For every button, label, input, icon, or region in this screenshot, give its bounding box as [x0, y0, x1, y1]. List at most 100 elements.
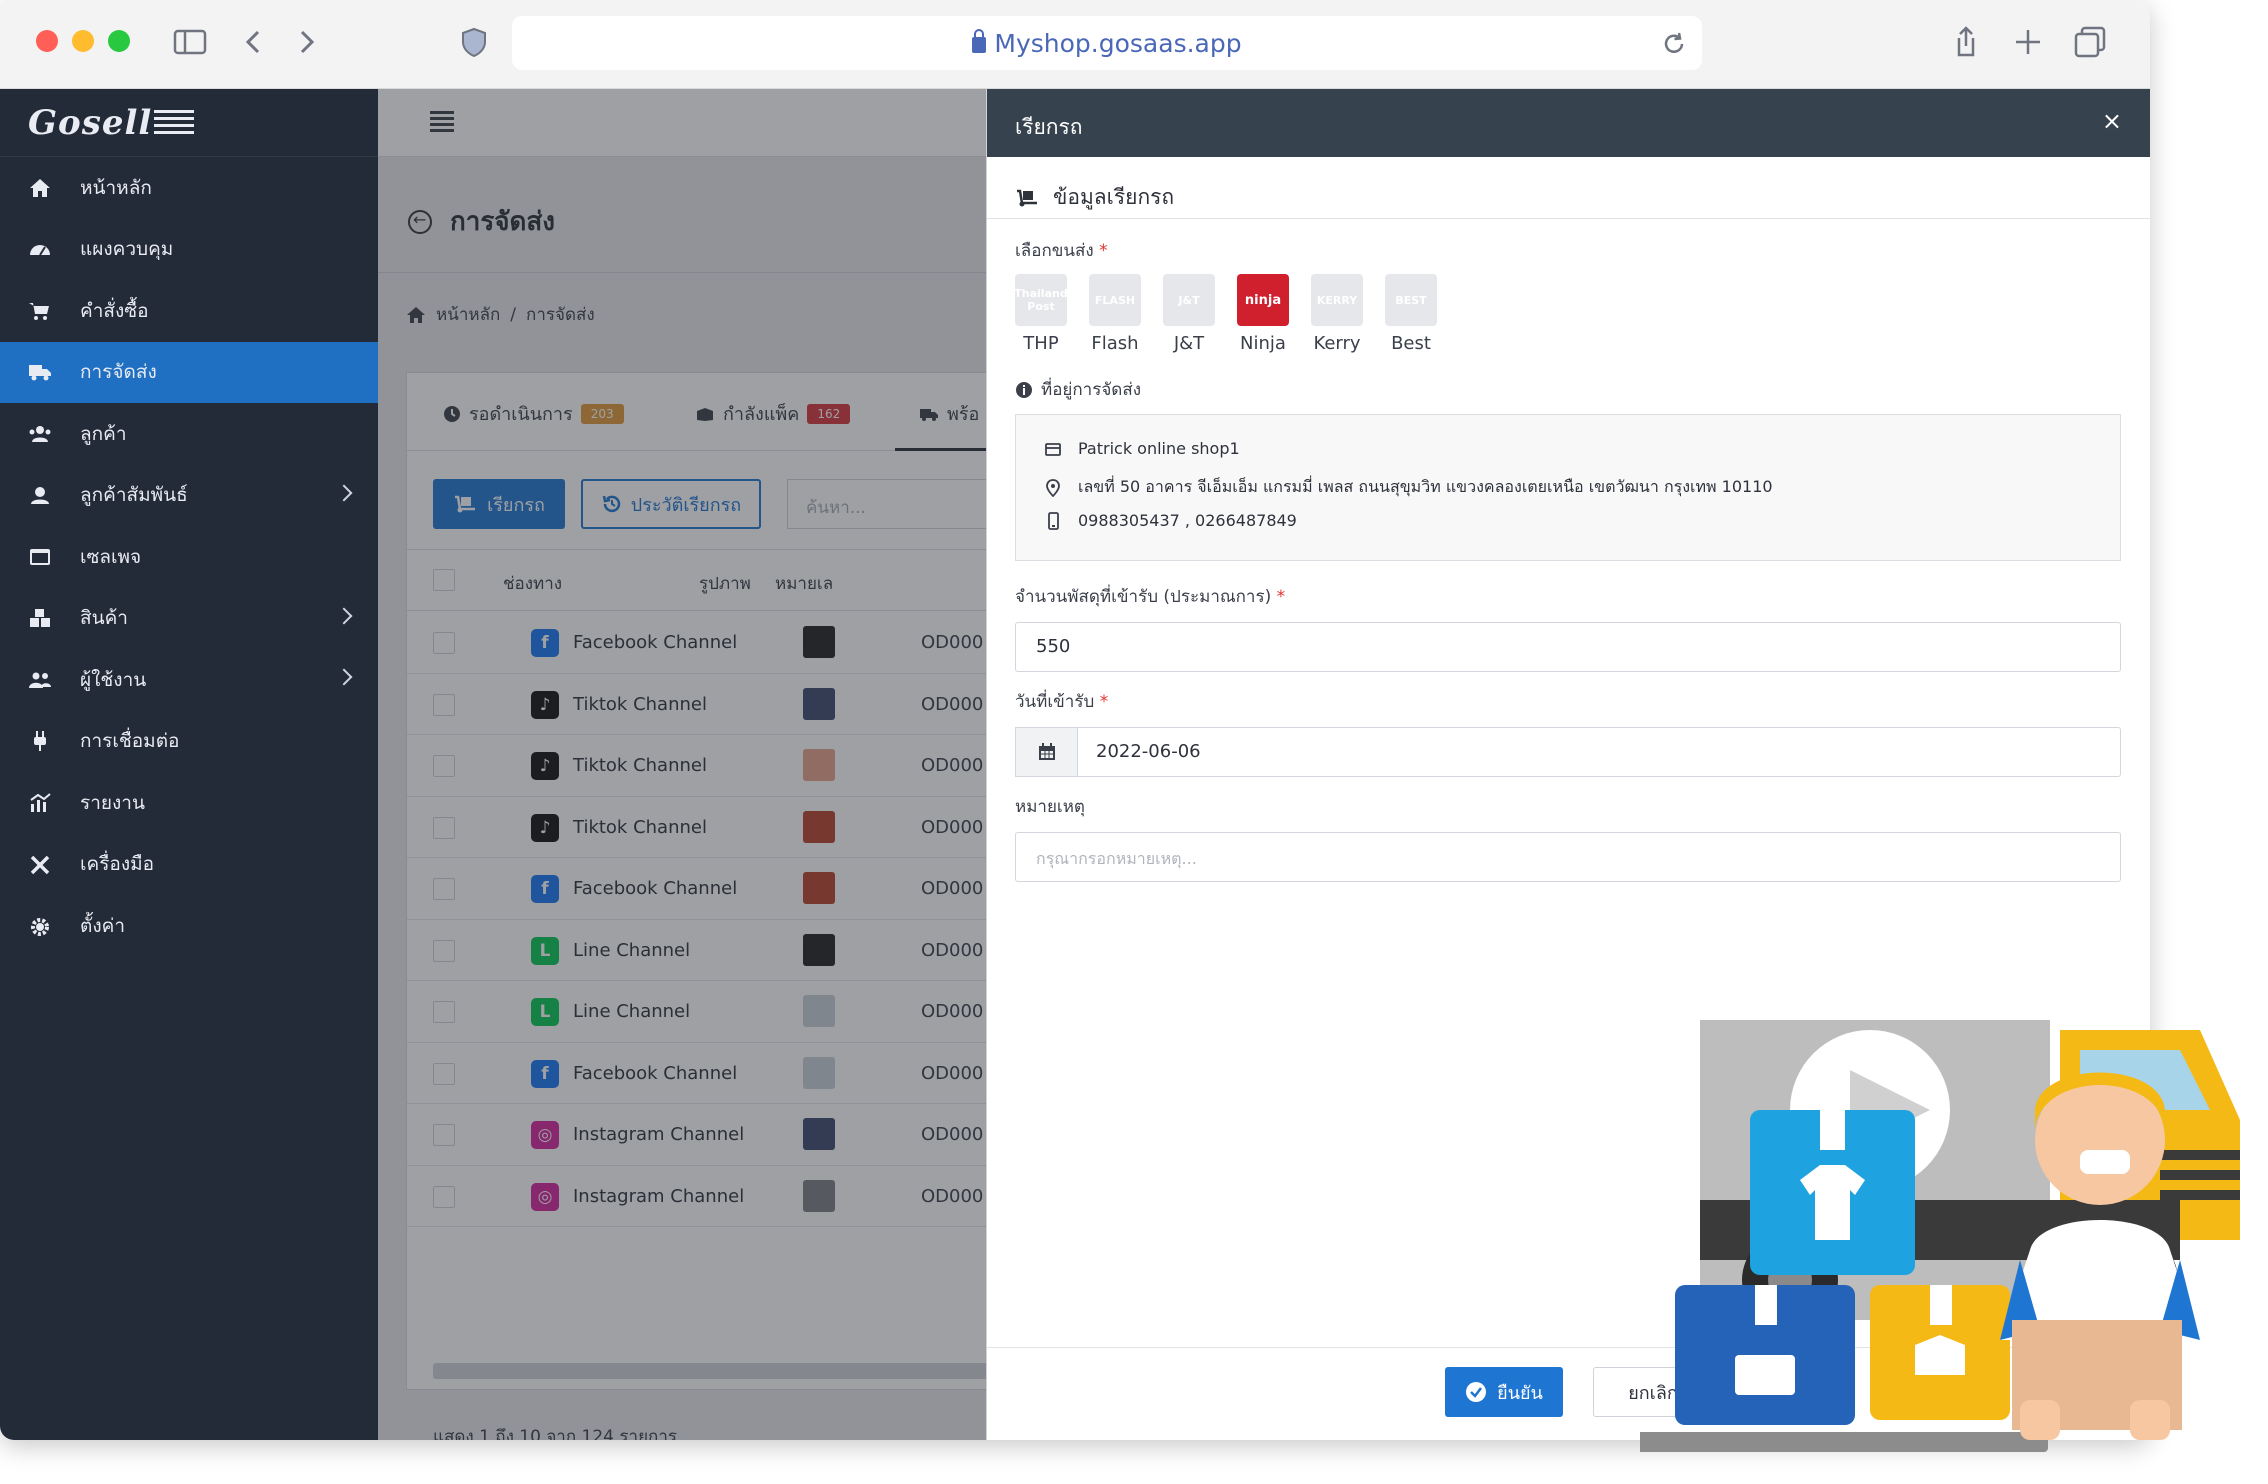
- calendar-icon[interactable]: [1015, 727, 1077, 777]
- pickup-date-label: วันที่เข้ารับ *: [1015, 688, 1108, 715]
- carrier-label: เลือกขนส่ง *: [1015, 237, 1108, 264]
- shipping-address-box: Patrick online shop1 เลขที่ 50 อาคาร จีเ…: [1015, 414, 2121, 561]
- address-detail: เลขที่ 50 อาคาร จีเอ็มเอ็ม แกรมมี่ เพลส …: [1044, 475, 1773, 500]
- carrier-logo: KERRY: [1311, 274, 1363, 326]
- address-label: ที่อยู่การจัดส่ง: [1015, 376, 1141, 403]
- required-mark: *: [1099, 241, 1108, 261]
- carrier-option[interactable]: ninja Ninja: [1237, 274, 1289, 354]
- pickup-date-input[interactable]: 2022-06-06: [1077, 727, 2121, 777]
- label-text: วันที่เข้ารับ: [1015, 692, 1095, 712]
- check-circle-icon: [1466, 1382, 1487, 1402]
- required-mark: *: [1099, 692, 1109, 712]
- sidebar-item-label: เซลเพจ: [80, 545, 142, 568]
- logo-lines-icon: [154, 109, 195, 136]
- modal-backdrop[interactable]: [378, 89, 986, 1440]
- sidebar-item-label: แผงควบคุม: [80, 238, 174, 261]
- sidebar-item[interactable]: ลูกค้า: [0, 403, 378, 465]
- note-label: หมายเหตุ: [1015, 797, 1085, 817]
- chevron-right-icon: [335, 484, 353, 501]
- sidebar: Gosell หน้าหลักแผงควบคุมคำสั่งซื้อการจัด…: [0, 89, 378, 1440]
- plug-icon: [28, 731, 52, 752]
- section-title: ข้อมูลเรียกรถ: [1053, 185, 1175, 209]
- home-icon: [28, 178, 52, 198]
- sidebar-item[interactable]: รายงาน: [0, 772, 378, 834]
- sidebar-item[interactable]: การจัดส่ง: [0, 341, 378, 403]
- chevron-right-icon: [335, 607, 353, 624]
- back-icon[interactable]: [236, 24, 272, 60]
- label-text: เลือกขนส่ง: [1015, 241, 1094, 261]
- sidebar-item[interactable]: การเชื่อมต่อ: [0, 711, 378, 773]
- tools-icon: [28, 854, 52, 875]
- store-icon: [1045, 442, 1061, 456]
- sidebar-item-label: เครื่องมือ: [80, 853, 155, 876]
- tab-overview-icon[interactable]: [2072, 24, 2108, 60]
- crm-icon: [28, 485, 52, 505]
- confirm-button[interactable]: ยืนยัน: [1445, 1367, 1563, 1417]
- lock-icon: [972, 29, 987, 53]
- sidebar-item-label: หน้าหลัก: [80, 176, 152, 199]
- carrier-logo: J&T: [1163, 274, 1215, 326]
- new-tab-icon[interactable]: [2010, 24, 2046, 60]
- divider: [987, 218, 2150, 219]
- info-icon: [1016, 381, 1032, 398]
- close-icon[interactable]: ×: [2102, 107, 2122, 135]
- note-input[interactable]: กรุณากรอกหมายเหตุ...: [1015, 832, 2121, 882]
- carrier-option[interactable]: J&T J&T: [1163, 274, 1215, 354]
- sidebar-item[interactable]: แผงควบคุม: [0, 219, 378, 281]
- forward-icon[interactable]: [288, 24, 324, 60]
- sidebar-item-label: ตั้งค่า: [80, 914, 125, 937]
- brand-logo[interactable]: Gosell: [0, 89, 378, 157]
- sidebar-item[interactable]: เซลเพจ: [0, 526, 378, 588]
- sidebar-item[interactable]: คำสั่งซื้อ: [0, 280, 378, 342]
- sidebar-item[interactable]: ผู้ใช้งาน: [0, 649, 378, 711]
- sidebar-item[interactable]: เครื่องมือ: [0, 834, 378, 896]
- sidebar-item[interactable]: ลูกค้าสัมพันธ์: [0, 465, 378, 527]
- sidebar-item[interactable]: หน้าหลัก: [0, 157, 378, 219]
- truck-icon: [28, 362, 52, 382]
- sidebar-item-label: คำสั่งซื้อ: [80, 299, 149, 322]
- required-mark: *: [1276, 587, 1286, 607]
- mobile-phone-icon: [1048, 511, 1059, 530]
- reload-icon[interactable]: [1660, 30, 1688, 58]
- boxes-icon: [28, 608, 52, 628]
- sidebar-item-label: รายงาน: [80, 791, 145, 814]
- sidebar-item-label: ผู้ใช้งาน: [80, 668, 147, 691]
- minimize-window-button[interactable]: [72, 30, 94, 52]
- carrier-option[interactable]: KERRY Kerry: [1311, 274, 1363, 354]
- sidebar-nav: หน้าหลักแผงควบคุมคำสั่งซื้อการจัดส่งลูกค…: [0, 157, 378, 957]
- sidebar-item-label: ลูกค้าสัมพันธ์: [80, 484, 188, 507]
- address-bar[interactable]: Myshop.gosaas.app: [512, 16, 1702, 70]
- parcel-count-input[interactable]: 550: [1015, 622, 2121, 672]
- sidebar-item[interactable]: ตั้งค่า: [0, 895, 378, 957]
- browser-toolbar: Myshop.gosaas.app: [0, 0, 2150, 89]
- sidebar-toggle-icon[interactable]: [172, 24, 208, 60]
- maximize-window-button[interactable]: [108, 30, 130, 52]
- carrier-name: Best: [1391, 333, 1431, 354]
- delivery-illustration: [1640, 1020, 2240, 1452]
- share-icon[interactable]: [1948, 24, 1984, 60]
- sidebar-item[interactable]: สินค้า: [0, 588, 378, 650]
- address-phone: 0988305437 , 0266487849: [1044, 511, 1297, 530]
- dolly-icon: [1017, 189, 1037, 206]
- sidebar-item-label: สินค้า: [80, 607, 128, 630]
- sidebar-item-label: การเชื่อมต่อ: [80, 730, 180, 753]
- carrier-option[interactable]: Thailand Post THP: [1014, 274, 1068, 354]
- map-pin-icon: [1046, 478, 1060, 497]
- url-text: Myshop.gosaas.app: [994, 29, 1242, 58]
- sidebar-item-label: ลูกค้า: [80, 422, 127, 445]
- salespage-icon: [28, 547, 52, 567]
- carrier-logo: ninja: [1237, 274, 1289, 326]
- carrier-option[interactable]: FLASH Flash: [1089, 274, 1141, 354]
- cart-icon: [28, 301, 52, 321]
- carrier-logo: Thailand Post: [1014, 274, 1068, 326]
- shield-icon[interactable]: [456, 24, 492, 60]
- gear-icon: [28, 916, 52, 936]
- sidebar-item-label: การจัดส่ง: [80, 361, 157, 384]
- address-shop: Patrick online shop1: [1044, 439, 1240, 458]
- section-heading: ข้อมูลเรียกรถ: [1015, 181, 1174, 214]
- close-window-button[interactable]: [36, 30, 58, 52]
- report-icon: [28, 792, 52, 813]
- carrier-option[interactable]: BEST Best: [1385, 274, 1437, 354]
- label-text: ที่อยู่การจัดส่ง: [1041, 380, 1142, 400]
- carrier-logo: FLASH: [1089, 274, 1141, 326]
